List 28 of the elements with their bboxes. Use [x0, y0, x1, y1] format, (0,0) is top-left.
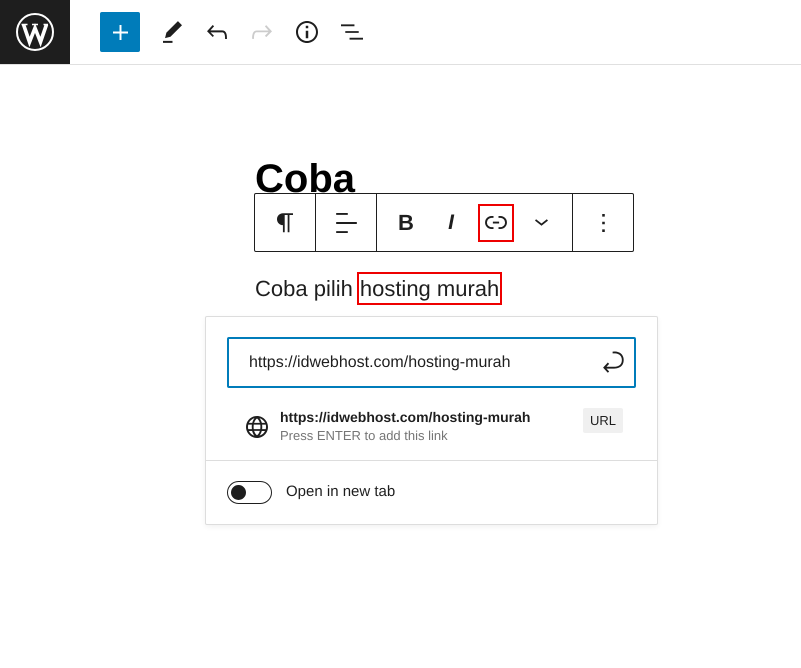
italic-button[interactable]: I — [433, 204, 469, 242]
plus-icon — [112, 24, 128, 40]
suggestion-url[interactable]: https://idwebhost.com/hosting-murah — [280, 401, 530, 427]
site-logo-button[interactable] — [0, 0, 70, 64]
post-title: Coba — [255, 156, 355, 202]
info-icon — [296, 21, 318, 43]
highlighted-text: hosting murah — [356, 272, 502, 305]
url-type-badge: URL — [582, 408, 623, 433]
vertical-dots-icon — [602, 214, 604, 232]
suggestion-hint: Press ENTER to add this link — [280, 427, 449, 445]
link-icon — [485, 216, 507, 229]
url-input-field[interactable]: https://idwebhost.com/hosting-murah — [227, 337, 636, 388]
new-tab-toggle[interactable] — [227, 481, 272, 504]
globe-icon — [246, 416, 268, 438]
redo-icon — [252, 25, 272, 39]
toggle-label: Open in new tab — [286, 482, 396, 502]
enter-icon — [602, 351, 624, 373]
link-button[interactable] — [478, 204, 514, 242]
pencil-icon — [162, 21, 182, 43]
list-view-icon — [341, 24, 363, 40]
pilcrow-icon — [277, 212, 293, 232]
undo-icon — [207, 25, 227, 39]
logo-icon — [16, 13, 54, 51]
align-left-icon — [336, 212, 356, 232]
chevron-down-icon — [534, 219, 548, 226]
bold-button[interactable]: B — [388, 204, 424, 242]
add-block-button[interactable] — [100, 12, 140, 52]
paragraph-text: Coba pilih — [254, 275, 354, 303]
